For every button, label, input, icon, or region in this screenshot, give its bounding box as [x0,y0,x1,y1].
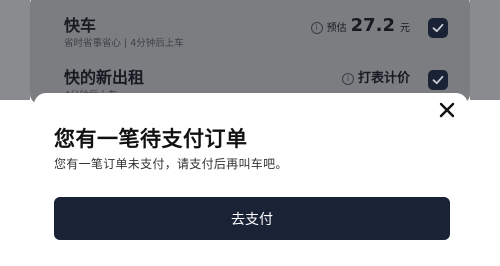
price-value: 27.2 [350,15,395,36]
ride-option-subtitle: 省时省事省心 | 4分钟后上车 [64,38,184,49]
info-icon[interactable]: i [341,73,354,85]
ride-option-price: i 预估 27.2 元 [310,15,410,36]
sheet-message: 您有一笔订单未支付，请支付后再叫车吧。 [54,157,288,171]
ride-option-price: i 打表计价 [341,67,410,86]
ride-option-kuaiche[interactable]: 快车 省时省事省心 | 4分钟后上车 i 预估 27.2 元 [64,12,448,52]
dim-overlay-right [470,0,500,100]
pending-payment-sheet: 您有一笔待支付订单 您有一笔订单未支付，请支付后再叫车吧。 去支付 [34,93,468,266]
sheet-title: 您有一笔待支付订单 [54,127,248,151]
close-icon[interactable] [438,101,456,119]
checkbox-checked-icon[interactable] [428,70,448,90]
checkbox-checked-icon[interactable] [428,18,448,38]
ride-option-name: 快的新出租 [64,68,145,87]
info-icon[interactable]: i [310,22,323,34]
price-prefix: 预估 [326,23,347,34]
screen: 快车 省时省事省心 | 4分钟后上车 i 预估 27.2 元 快的新出租 4分钟… [0,0,500,266]
meter-price-label: 打表计价 [357,71,410,86]
price-unit: 元 [400,23,410,34]
dim-overlay-left [0,0,30,100]
ride-option-name: 快车 [64,16,97,35]
go-pay-button[interactable]: 去支付 [54,197,450,240]
